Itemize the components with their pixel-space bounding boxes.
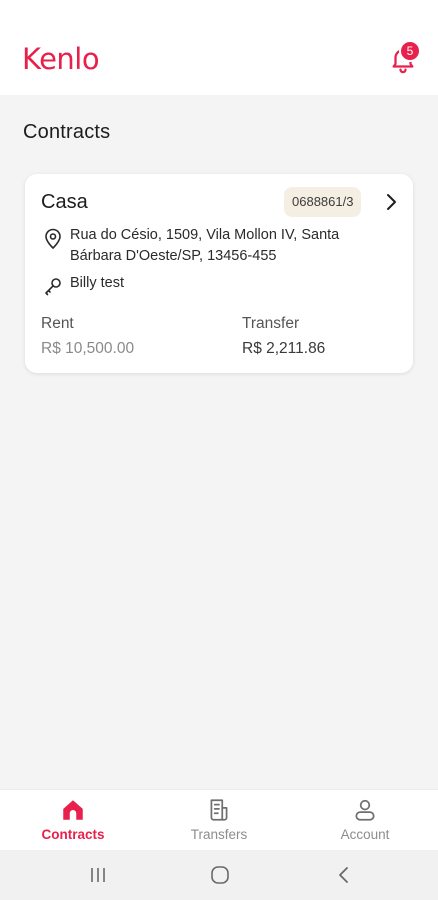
- transfer-value: R$ 2,211.86: [242, 340, 326, 357]
- nav-label: Account: [340, 827, 390, 842]
- notifications-button[interactable]: 5: [386, 40, 426, 76]
- kenlo-logo[interactable]: Kenlo: [22, 42, 100, 76]
- app-header: Kenlo 5: [0, 0, 438, 95]
- contract-address: Rua do Césio, 1509, Vila Mollon IV, Sant…: [70, 227, 340, 264]
- contract-name: Casa: [41, 191, 88, 213]
- chevron-right-icon[interactable]: [381, 192, 401, 212]
- notification-count-badge: 5: [399, 40, 421, 62]
- contract-tenant: Billy test: [70, 275, 124, 291]
- back-icon[interactable]: [334, 864, 354, 886]
- rent-label: Rent: [41, 315, 74, 332]
- user-icon: [355, 799, 375, 821]
- nav-label: Transfers: [190, 827, 248, 842]
- nav-label: Contracts: [41, 827, 105, 842]
- document-icon: [210, 799, 228, 821]
- nav-tab-contracts[interactable]: Contracts: [0, 790, 146, 851]
- home-icon: [63, 800, 83, 820]
- nav-tab-transfers[interactable]: Transfers: [146, 790, 292, 851]
- key-icon: [45, 278, 61, 296]
- contract-code-badge: 0688861/3: [284, 187, 362, 217]
- location-pin-icon: [45, 228, 61, 250]
- bottom-navigation: Contracts Transfers Account: [0, 789, 438, 850]
- home-circle-icon[interactable]: [209, 864, 231, 886]
- page-title: Contracts: [23, 121, 111, 143]
- transfer-label: Transfer: [242, 315, 300, 332]
- nav-tab-account[interactable]: Account: [292, 790, 438, 851]
- rent-value: R$ 10,500.00: [41, 340, 135, 357]
- system-navigation-bar: [0, 850, 438, 900]
- contract-card[interactable]: Casa 0688861/3 Rua do Césio, 1509, Vila …: [25, 174, 413, 373]
- recent-apps-icon[interactable]: [88, 864, 108, 886]
